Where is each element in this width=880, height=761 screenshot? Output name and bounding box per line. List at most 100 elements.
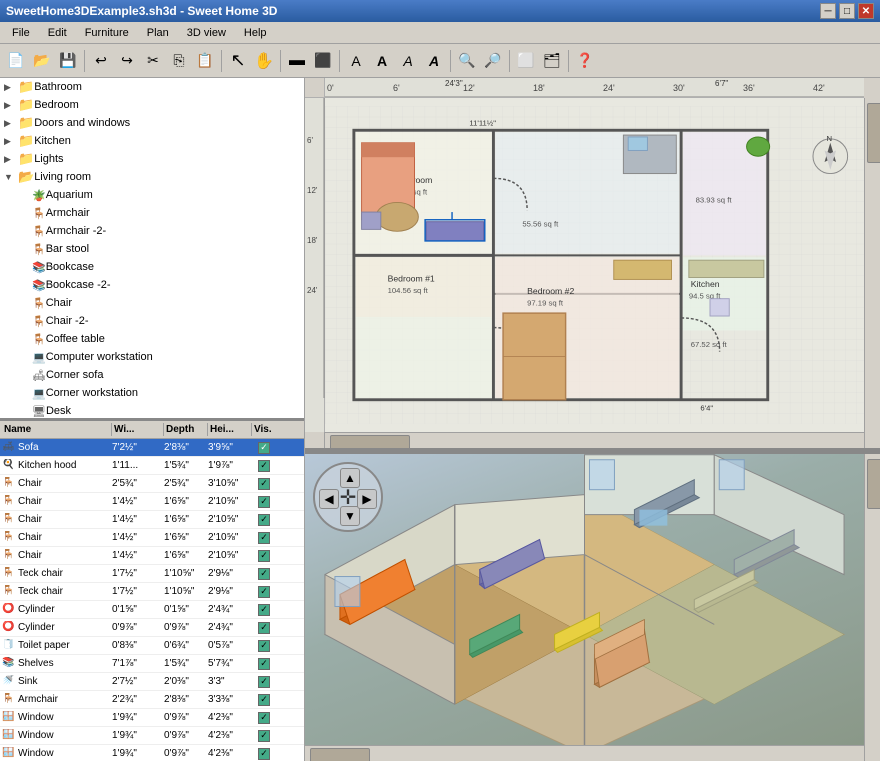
furniture-row-armchair[interactable]: 🪑Armchair 2'2¾" 2'8⅜" 3'3⅜" ✓ bbox=[0, 691, 304, 709]
row-vis-chair3[interactable]: ✓ bbox=[250, 514, 278, 526]
navigation-compass[interactable]: ▲ ▼ ◀ ▶ ✛ bbox=[313, 462, 383, 532]
copy-button[interactable]: ⎘ bbox=[167, 49, 191, 73]
compass-up-button[interactable]: ▲ bbox=[340, 468, 360, 488]
furniture-row-kitchenhood[interactable]: 🍳Kitchen hood 1'11... 1'5¾" 1'9⅞" ✓ bbox=[0, 457, 304, 475]
row-vis-chair2[interactable]: ✓ bbox=[250, 496, 278, 508]
floorplan[interactable]: 0' 6' 12' 18' 24' 30' 36' 42' 24'3" 6'7" bbox=[305, 78, 880, 451]
tree-item-livingroom[interactable]: ▼ 📂 Living room bbox=[0, 168, 304, 186]
furniture-row-chair2[interactable]: 🪑Chair 1'4½" 1'6⅝" 2'10⅝" ✓ bbox=[0, 493, 304, 511]
furniture-row-chair5[interactable]: 🪑Chair 1'4½" 1'6⅝" 2'10⅝" ✓ bbox=[0, 547, 304, 565]
3d-canvas[interactable]: ▲ ▼ ◀ ▶ ✛ bbox=[305, 454, 864, 745]
3dview-vscroll[interactable] bbox=[864, 454, 880, 745]
tree-item-computerws[interactable]: 💻 Computer workstation bbox=[0, 348, 304, 366]
tree-item-chair2[interactable]: 🪑 Chair -2- bbox=[0, 312, 304, 330]
tree-item-chair[interactable]: 🪑 Chair bbox=[0, 294, 304, 312]
furniture-row-cylinder1[interactable]: ⭕Cylinder 0'1⅝" 0'1⅝" 2'4¾" ✓ bbox=[0, 601, 304, 619]
view2d-button[interactable]: ⬜ bbox=[514, 49, 538, 73]
floorplan-canvas[interactable]: Living room 229.11 sq ft Bedroom #1 104.… bbox=[325, 98, 864, 432]
tree-item-kitchen[interactable]: ▶ 📁 Kitchen bbox=[0, 132, 304, 150]
tree-item-coffeetable[interactable]: 🪑 Coffee table bbox=[0, 330, 304, 348]
3dview-hscroll[interactable] bbox=[305, 745, 864, 761]
tree-item-bookcase[interactable]: 📚 Bookcase bbox=[0, 258, 304, 276]
furniture-row-window2[interactable]: 🪟Window 1'9¾" 0'9⅞" 4'2⅜" ✓ bbox=[0, 727, 304, 745]
furniture-row-toiletpaper[interactable]: 🧻Toilet paper 0'8⅜" 0'6¾" 0'5⅞" ✓ bbox=[0, 637, 304, 655]
floorplan-hscroll[interactable] bbox=[325, 432, 864, 448]
tree-item-cornerws[interactable]: 💻 Corner workstation bbox=[0, 384, 304, 402]
help-button[interactable]: ❓ bbox=[573, 49, 597, 73]
menu-file[interactable]: File bbox=[4, 25, 38, 41]
new-button[interactable]: 📄 bbox=[4, 49, 28, 73]
tree-item-bedroom[interactable]: ▶ 📁 Bedroom bbox=[0, 96, 304, 114]
row-vis-teckchair1[interactable]: ✓ bbox=[250, 568, 278, 580]
compass-down-button[interactable]: ▼ bbox=[340, 506, 360, 526]
furniture-row-sofa[interactable]: 🛋Sofa 7'2½" 2'8⅜" 3'9⅝" ✓ bbox=[0, 439, 304, 457]
row-vis-window3[interactable]: ✓ bbox=[250, 748, 278, 760]
row-vis-toiletpaper[interactable]: ✓ bbox=[250, 640, 278, 652]
close-button[interactable]: ✕ bbox=[858, 3, 874, 19]
redo-button[interactable]: ↪ bbox=[115, 49, 139, 73]
save-button[interactable]: 💾 bbox=[56, 49, 80, 73]
text-bi-button[interactable]: A bbox=[422, 49, 446, 73]
menu-help[interactable]: Help bbox=[236, 25, 275, 41]
row-vis-sink[interactable]: ✓ bbox=[250, 676, 278, 688]
minimize-button[interactable]: ─ bbox=[820, 3, 836, 19]
maximize-button[interactable]: □ bbox=[839, 3, 855, 19]
compass-left-button[interactable]: ◀ bbox=[319, 489, 339, 509]
furniture-row-chair1[interactable]: 🪑Chair 2'5¾" 2'5¾" 3'10⅝" ✓ bbox=[0, 475, 304, 493]
pan-button[interactable]: ✋ bbox=[252, 49, 276, 73]
furniture-row-shelves[interactable]: 📚Shelves 7'1⅞" 1'5¾" 5'7¾" ✓ bbox=[0, 655, 304, 673]
furniture-row-cylinder2[interactable]: ⭕Cylinder 0'9⅞" 0'9⅞" 2'4¾" ✓ bbox=[0, 619, 304, 637]
menu-furniture[interactable]: Furniture bbox=[77, 25, 137, 41]
zoom-out-button[interactable]: 🔎 bbox=[481, 49, 505, 73]
tree-item-armchair[interactable]: 🪑 Armchair bbox=[0, 204, 304, 222]
room-button[interactable]: ⬛ bbox=[311, 49, 335, 73]
row-vis-teckchair2[interactable]: ✓ bbox=[250, 586, 278, 598]
row-vis-chair4[interactable]: ✓ bbox=[250, 532, 278, 544]
furniture-row-teckchair1[interactable]: 🪑Teck chair 1'7½" 1'10⅝" 2'9⅛" ✓ bbox=[0, 565, 304, 583]
tree-item-lights[interactable]: ▶ 📁 Lights bbox=[0, 150, 304, 168]
text-normal-button[interactable]: A bbox=[344, 49, 368, 73]
v3d-vscroll-thumb[interactable] bbox=[867, 459, 880, 509]
text-italic-button[interactable]: A bbox=[396, 49, 420, 73]
row-vis-cylinder1[interactable]: ✓ bbox=[250, 604, 278, 616]
text-bold-button[interactable]: A bbox=[370, 49, 394, 73]
tree-item-aquarium[interactable]: 🪴 Aquarium bbox=[0, 186, 304, 204]
row-vis-sofa[interactable]: ✓ bbox=[250, 442, 278, 454]
furniture-row-teckchair2[interactable]: 🪑Teck chair 1'7½" 1'10⅝" 2'9⅛" ✓ bbox=[0, 583, 304, 601]
cut-button[interactable]: ✂ bbox=[141, 49, 165, 73]
paste-button[interactable]: 📋 bbox=[193, 49, 217, 73]
row-vis-chair1[interactable]: ✓ bbox=[250, 478, 278, 490]
furniture-tree[interactable]: ▶ 📁 Bathroom ▶ 📁 Bedroom ▶ 📁 Doors and w… bbox=[0, 78, 304, 421]
tree-item-desk[interactable]: 🖥 Desk bbox=[0, 402, 304, 420]
menu-edit[interactable]: Edit bbox=[40, 25, 75, 41]
row-vis-window1[interactable]: ✓ bbox=[250, 712, 278, 724]
tree-item-cornersofa[interactable]: 🛋 Corner sofa bbox=[0, 366, 304, 384]
furniture-row-sink[interactable]: 🚿Sink 2'7½" 2'0⅜" 3'3" ✓ bbox=[0, 673, 304, 691]
floorplan-vscroll[interactable] bbox=[864, 98, 880, 432]
tree-item-barstool[interactable]: 🪑 Bar stool bbox=[0, 240, 304, 258]
view3d-button[interactable]: 🗂 bbox=[540, 49, 564, 73]
furniture-row-window3[interactable]: 🪟Window 1'9¾" 0'9⅞" 4'2⅜" ✓ bbox=[0, 745, 304, 761]
undo-button[interactable]: ↩ bbox=[89, 49, 113, 73]
fp-hscroll-thumb[interactable] bbox=[330, 435, 410, 451]
menu-3dview[interactable]: 3D view bbox=[179, 25, 234, 41]
row-vis-kitchenhood[interactable]: ✓ bbox=[250, 460, 278, 472]
compass-right-button[interactable]: ▶ bbox=[357, 489, 377, 509]
select-button[interactable]: ↖ bbox=[226, 49, 250, 73]
tree-item-bookcase2[interactable]: 📚 Bookcase -2- bbox=[0, 276, 304, 294]
v3d-hscroll-thumb[interactable] bbox=[310, 748, 370, 761]
row-vis-window2[interactable]: ✓ bbox=[250, 730, 278, 742]
row-vis-armchair[interactable]: ✓ bbox=[250, 694, 278, 706]
open-button[interactable]: 📂 bbox=[30, 49, 54, 73]
row-vis-chair5[interactable]: ✓ bbox=[250, 550, 278, 562]
zoom-in-button[interactable]: 🔍 bbox=[455, 49, 479, 73]
row-vis-cylinder2[interactable]: ✓ bbox=[250, 622, 278, 634]
wall-button[interactable]: ▬ bbox=[285, 49, 309, 73]
fp-vscroll-thumb[interactable] bbox=[867, 103, 880, 163]
furniture-row-window1[interactable]: 🪟Window 1'9¾" 0'9⅞" 4'2⅜" ✓ bbox=[0, 709, 304, 727]
furniture-row-chair4[interactable]: 🪑Chair 1'4½" 1'6⅝" 2'10⅝" ✓ bbox=[0, 529, 304, 547]
tree-item-bathroom[interactable]: ▶ 📁 Bathroom bbox=[0, 78, 304, 96]
tree-item-doors[interactable]: ▶ 📁 Doors and windows bbox=[0, 114, 304, 132]
row-vis-shelves[interactable]: ✓ bbox=[250, 658, 278, 670]
3d-view[interactable]: ▲ ▼ ◀ ▶ ✛ bbox=[305, 454, 880, 761]
